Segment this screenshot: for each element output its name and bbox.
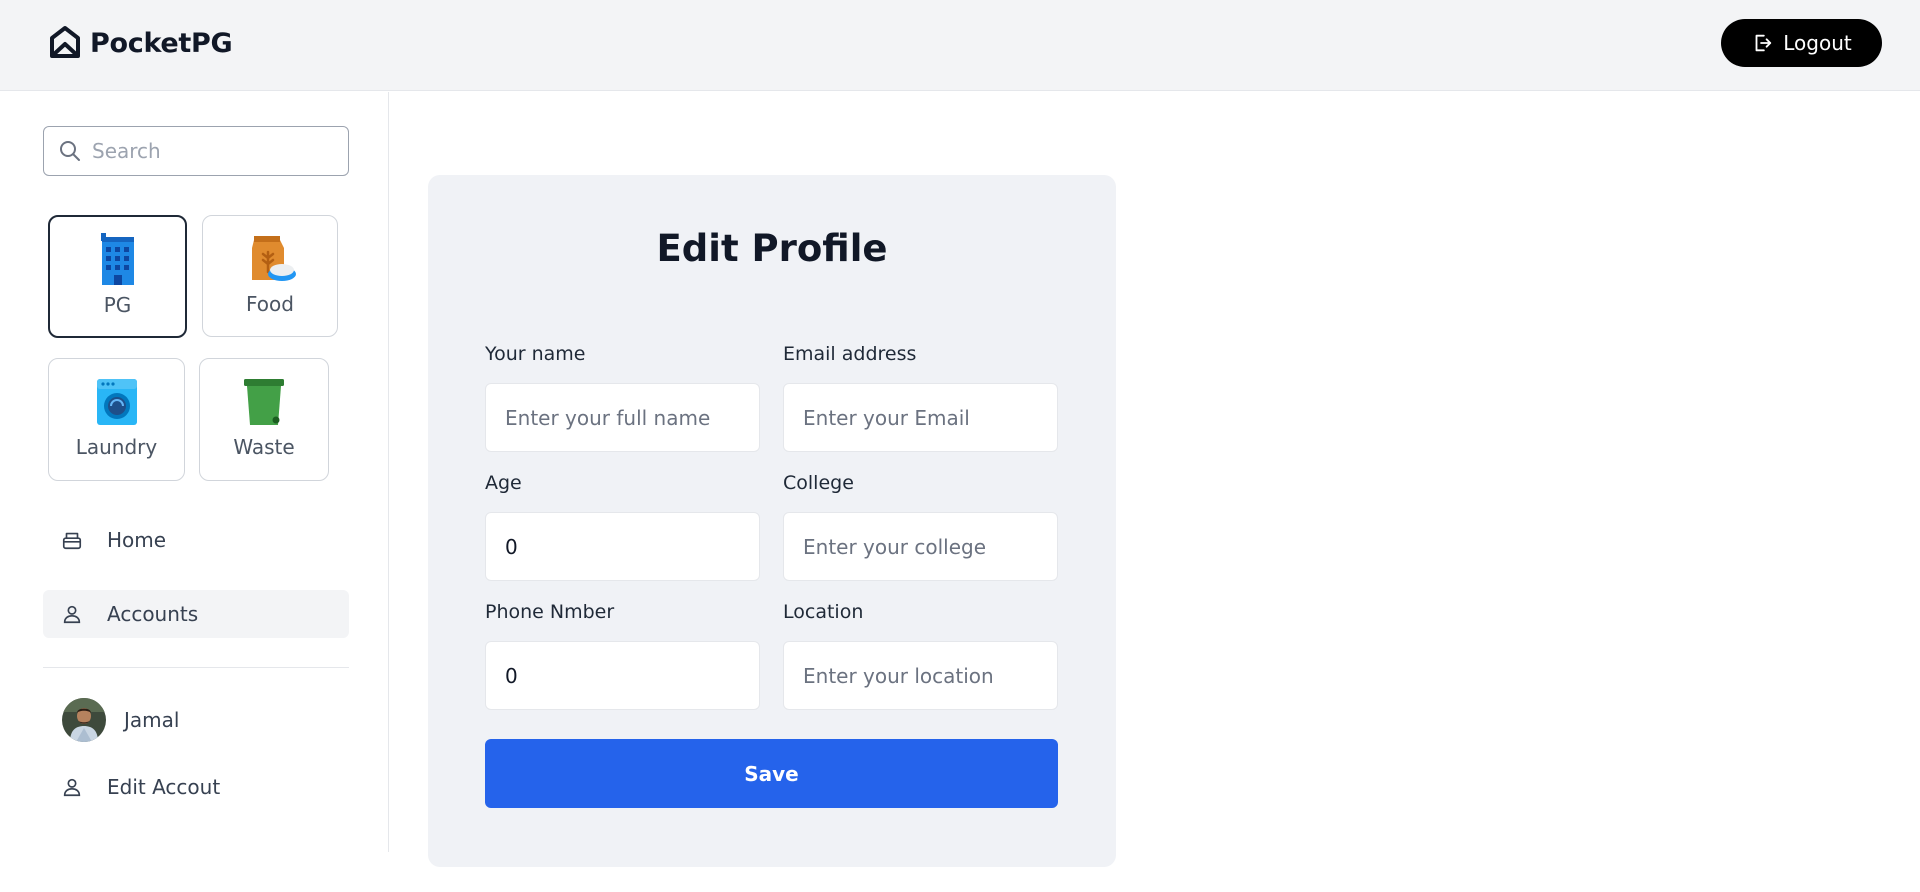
search-icon [60,141,80,161]
sidebar-item-label: Home [107,528,167,552]
logo-icon [50,26,80,58]
location-label: Location [783,601,864,623]
sidebar-item-label: Accounts [107,602,199,626]
user-icon [63,605,81,624]
sidebar-item-home[interactable]: Home [43,516,349,564]
email-field[interactable] [783,383,1058,452]
sidebar-item-accounts[interactable]: Accounts [43,590,349,638]
name-field[interactable] [485,383,760,452]
logout-label: Logout [1783,31,1852,55]
category-tile-waste[interactable]: Waste [199,358,329,481]
user-name: Jamal [124,708,180,732]
age-field[interactable] [485,512,760,581]
sidebar-item-label: Edit Accout [107,775,221,799]
college-label: College [783,472,854,494]
name-label: Your name [485,343,586,365]
category-label: Laundry [75,435,158,459]
sidebar-item-edit-account[interactable]: Edit Accout [43,763,349,811]
page-title: Edit Profile [656,227,888,270]
building-icon [100,233,134,285]
trash-bin-icon [244,379,284,425]
edit-profile-card: Edit Profile Your name Email address Age… [428,175,1116,867]
washing-machine-icon [96,379,137,425]
sidebar: PG Food Laundry Waste [0,92,389,852]
grain-bag-icon [252,236,296,281]
category-label: PG [103,293,132,317]
user-profile[interactable]: Jamal [62,698,179,742]
search-input[interactable] [92,139,322,163]
user-icon [63,778,81,797]
brand[interactable]: PocketPG [46,24,233,62]
save-button[interactable]: Save [485,739,1058,808]
sidebar-divider [43,667,349,668]
age-label: Age [485,472,522,494]
phone-label: Phone Nmber [485,601,615,623]
category-label: Waste [233,435,295,459]
logout-button[interactable]: Logout [1721,19,1882,67]
top-bar: PocketPG Logout [0,0,1920,91]
phone-field[interactable] [485,641,760,710]
brand-name: PocketPG [90,27,233,59]
search-box[interactable] [43,126,349,176]
avatar [62,698,106,742]
logout-icon [1755,34,1772,52]
category-tile-food[interactable]: Food [202,215,338,337]
email-label: Email address [783,343,917,365]
home-icon [62,532,82,550]
category-tile-laundry[interactable]: Laundry [48,358,185,481]
location-field[interactable] [783,641,1058,710]
college-field[interactable] [783,512,1058,581]
category-tile-pg[interactable]: PG [48,215,187,338]
category-label: Food [246,292,294,316]
